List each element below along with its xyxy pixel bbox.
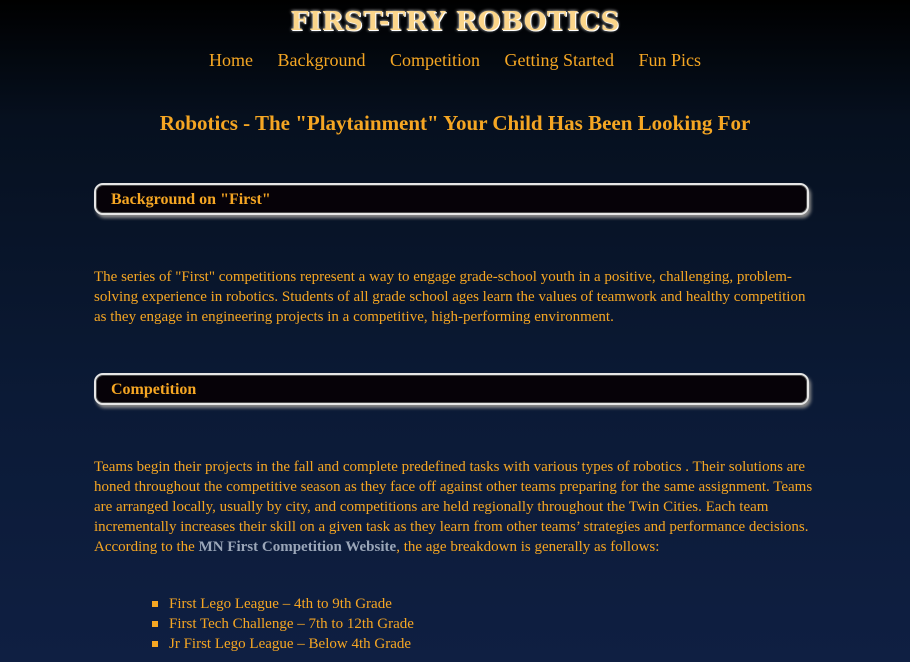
nav-home[interactable]: Home xyxy=(209,50,253,70)
competition-paragraph: Teams begin their projects in the fall a… xyxy=(94,457,819,557)
nav-getting-started[interactable]: Getting Started xyxy=(504,50,613,70)
list-item: First Tech Challenge – 7th to 12th Grade xyxy=(150,614,414,634)
nav-competition[interactable]: Competition xyxy=(390,50,480,70)
mn-first-competition-link[interactable]: MN First Competition Website xyxy=(199,539,397,555)
list-item-text: Jr First Lego League – Below 4th Grade xyxy=(169,636,412,652)
section-header-competition: Competition xyxy=(94,373,809,405)
page-tagline: Robotics - The "Playtainment" Your Child… xyxy=(159,111,751,135)
nav-background[interactable]: Background xyxy=(278,50,366,70)
list-item: First Lego League – 4th to 9th Grade xyxy=(150,594,414,614)
age-breakdown-list: First Lego League – 4th to 9th Grade Fir… xyxy=(150,594,414,654)
square-bullet-icon xyxy=(152,621,158,627)
site-title: FIRST-TRY ROBOTICS xyxy=(290,7,620,37)
main-nav: Home Background Competition Getting Star… xyxy=(0,48,910,72)
list-item-text: First Tech Challenge – 7th to 12th Grade xyxy=(169,616,414,632)
list-item: Jr First Lego League – Below 4th Grade xyxy=(150,634,414,654)
square-bullet-icon xyxy=(152,641,158,647)
background-paragraph: The series of "First" competitions repre… xyxy=(94,269,806,325)
section-header-background: Background on "First" xyxy=(94,183,809,215)
square-bullet-icon xyxy=(152,601,158,607)
nav-fun-pics[interactable]: Fun Pics xyxy=(638,50,701,70)
list-item-text: First Lego League – 4th to 9th Grade xyxy=(169,596,392,612)
competition-text-after-link: , the age breakdown is generally as foll… xyxy=(396,539,660,555)
